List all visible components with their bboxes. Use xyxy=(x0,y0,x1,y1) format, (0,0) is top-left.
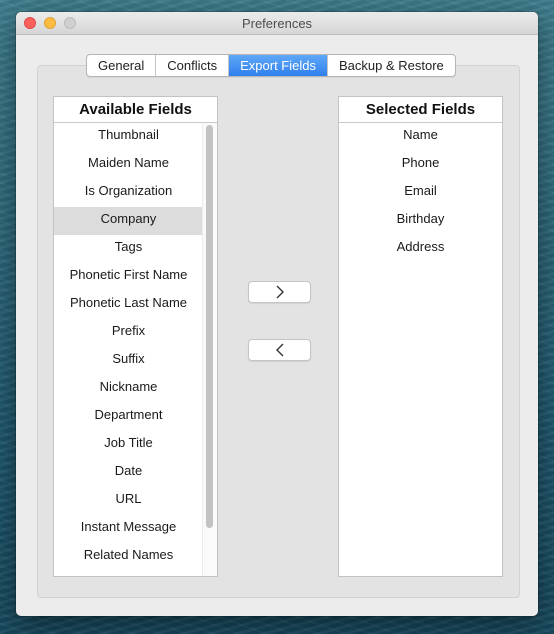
title-bar: Preferences xyxy=(16,12,538,35)
list-item[interactable]: Address xyxy=(339,235,502,263)
chevron-left-icon xyxy=(275,343,283,357)
available-fields-rows: Thumbnail Maiden Name Is Organization Co… xyxy=(54,123,203,576)
add-field-button[interactable] xyxy=(248,281,311,303)
remove-field-button[interactable] xyxy=(248,339,311,361)
list-item[interactable]: Name xyxy=(339,123,502,151)
list-item[interactable]: Maiden Name xyxy=(54,151,203,179)
chevron-right-icon xyxy=(276,285,284,299)
list-item[interactable]: Thumbnail xyxy=(54,123,203,151)
list-item[interactable]: Related Names xyxy=(54,543,203,571)
list-item[interactable]: Is Organization xyxy=(54,179,203,207)
list-item-highlighted[interactable]: Company xyxy=(54,207,203,235)
list-item[interactable]: Birthday xyxy=(339,207,502,235)
window-title: Preferences xyxy=(241,16,313,31)
tab-general[interactable]: General xyxy=(87,55,157,76)
list-item[interactable]: Date xyxy=(54,459,203,487)
list-item[interactable]: Nickname xyxy=(54,375,203,403)
list-item[interactable]: Phonetic First Name xyxy=(54,263,203,291)
list-item[interactable]: Prefix xyxy=(54,319,203,347)
tab-export-fields[interactable]: Export Fields xyxy=(229,55,328,76)
selected-fields-header: Selected Fields xyxy=(339,97,502,123)
scrollbar-thumb[interactable] xyxy=(206,125,213,528)
vertical-scrollbar[interactable] xyxy=(202,123,217,576)
list-item[interactable]: URL xyxy=(54,487,203,515)
tab-conflicts[interactable]: Conflicts xyxy=(156,55,230,76)
list-item[interactable]: Phonetic Last Name xyxy=(54,291,203,319)
tab-backup-restore[interactable]: Backup & Restore xyxy=(328,55,455,76)
selected-fields-list: Selected Fields Name Phone Email Birthda… xyxy=(338,96,503,577)
list-item[interactable]: Instant Message xyxy=(54,515,203,543)
list-item[interactable]: Email xyxy=(339,179,502,207)
selected-fields-rows: Name Phone Email Birthday Address xyxy=(339,123,502,576)
list-item[interactable]: Suffix xyxy=(54,347,203,375)
preferences-window: Preferences General Conflicts Export Fie… xyxy=(16,12,538,616)
list-item[interactable]: Phone xyxy=(339,151,502,179)
list-item[interactable]: Job Title xyxy=(54,431,203,459)
available-fields-list: Available Fields Thumbnail Maiden Name I… xyxy=(53,96,218,577)
available-fields-header: Available Fields xyxy=(54,97,217,123)
tab-bar: General Conflicts Export Fields Backup &… xyxy=(86,54,456,77)
list-item[interactable]: Tags xyxy=(54,235,203,263)
list-item[interactable]: Department xyxy=(54,403,203,431)
